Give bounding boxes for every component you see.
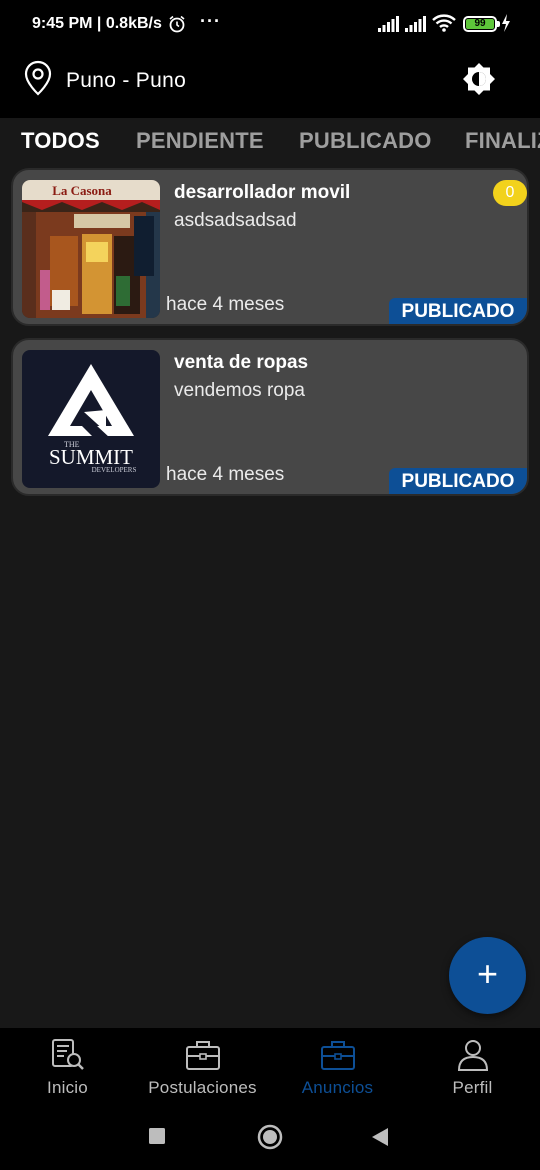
plus-icon: + (476, 953, 499, 994)
bottom-nav: Inicio Postulaciones Anuncios Perfil (0, 1028, 540, 1170)
status-time: 9:45 PM | 0.8kB/s (32, 15, 162, 32)
back-icon[interactable] (372, 1128, 388, 1146)
ad-image: La Casona (22, 180, 160, 318)
wifi-icon (432, 14, 456, 32)
status-bar: 9:45 PM | 0.8kB/s ··· 99 (0, 0, 540, 48)
ad-timestamp: hace 4 meses (166, 464, 285, 485)
ad-description: vendemos ropa (174, 380, 305, 401)
nav-item-perfil[interactable]: Perfil (405, 1038, 540, 1108)
applicant-count-badge: 0 (493, 180, 527, 206)
nav-label: Inicio (47, 1078, 88, 1097)
location-label[interactable]: Puno - Puno (66, 69, 186, 93)
ad-timestamp: hace 4 meses (166, 294, 285, 315)
add-ad-button[interactable]: + (449, 937, 526, 1014)
nav-item-postulaciones[interactable]: Postulaciones (135, 1038, 270, 1108)
nav-label: Perfil (452, 1078, 493, 1097)
recents-icon[interactable] (149, 1128, 165, 1144)
ad-description: asdsadsadsad (174, 210, 297, 231)
nav-label: Anuncios (301, 1078, 374, 1097)
ad-title: venta de ropas (174, 352, 309, 373)
nav-item-inicio[interactable]: Inicio (0, 1038, 135, 1108)
location-bar: Puno - Puno (0, 48, 540, 118)
status-badge: PUBLICADO (389, 468, 527, 494)
sign-text: La Casona (52, 183, 112, 198)
ad-card[interactable]: La Casona desarrollador movil asdsadsads… (11, 168, 529, 326)
signal-icon (378, 16, 399, 32)
tab-publicado[interactable]: PUBLICADO (299, 128, 432, 154)
logo-subtitle: DEVELOPERS (92, 466, 137, 474)
summit-logo: THE SUMMIT DEVELOPERS (22, 350, 160, 488)
signal-icon (405, 16, 426, 32)
status-badge: PUBLICADO (389, 298, 527, 324)
battery-level: 99 (466, 19, 494, 29)
briefcase-icon (320, 1041, 355, 1070)
battery-icon: 99 (463, 16, 500, 32)
briefcase-icon (185, 1041, 220, 1070)
location-pin-icon[interactable] (24, 60, 52, 96)
ad-title: desarrollador movil (174, 182, 351, 203)
restaurant-photo: La Casona (22, 180, 160, 318)
home-icon[interactable] (257, 1124, 283, 1150)
ad-card[interactable]: THE SUMMIT DEVELOPERS venta de ropas ven… (11, 338, 529, 496)
tab-pendiente[interactable]: PENDIENTE (136, 128, 264, 154)
document-search-icon (51, 1039, 84, 1070)
nav-item-anuncios[interactable]: Anuncios (270, 1038, 405, 1108)
person-icon (457, 1040, 488, 1071)
ad-image: THE SUMMIT DEVELOPERS (22, 350, 160, 488)
tab-finalizado[interactable]: FINALIZ (465, 128, 540, 154)
more-notifications-icon: ··· (200, 11, 221, 31)
tab-todos[interactable]: TODOS (21, 128, 100, 154)
charging-icon (502, 14, 510, 32)
status-tabs: TODOS PENDIENTE PUBLICADO FINALIZ (0, 118, 540, 164)
alarm-icon (169, 15, 185, 33)
nav-label: Postulaciones (148, 1078, 257, 1097)
theme-toggle-icon[interactable] (462, 62, 496, 96)
